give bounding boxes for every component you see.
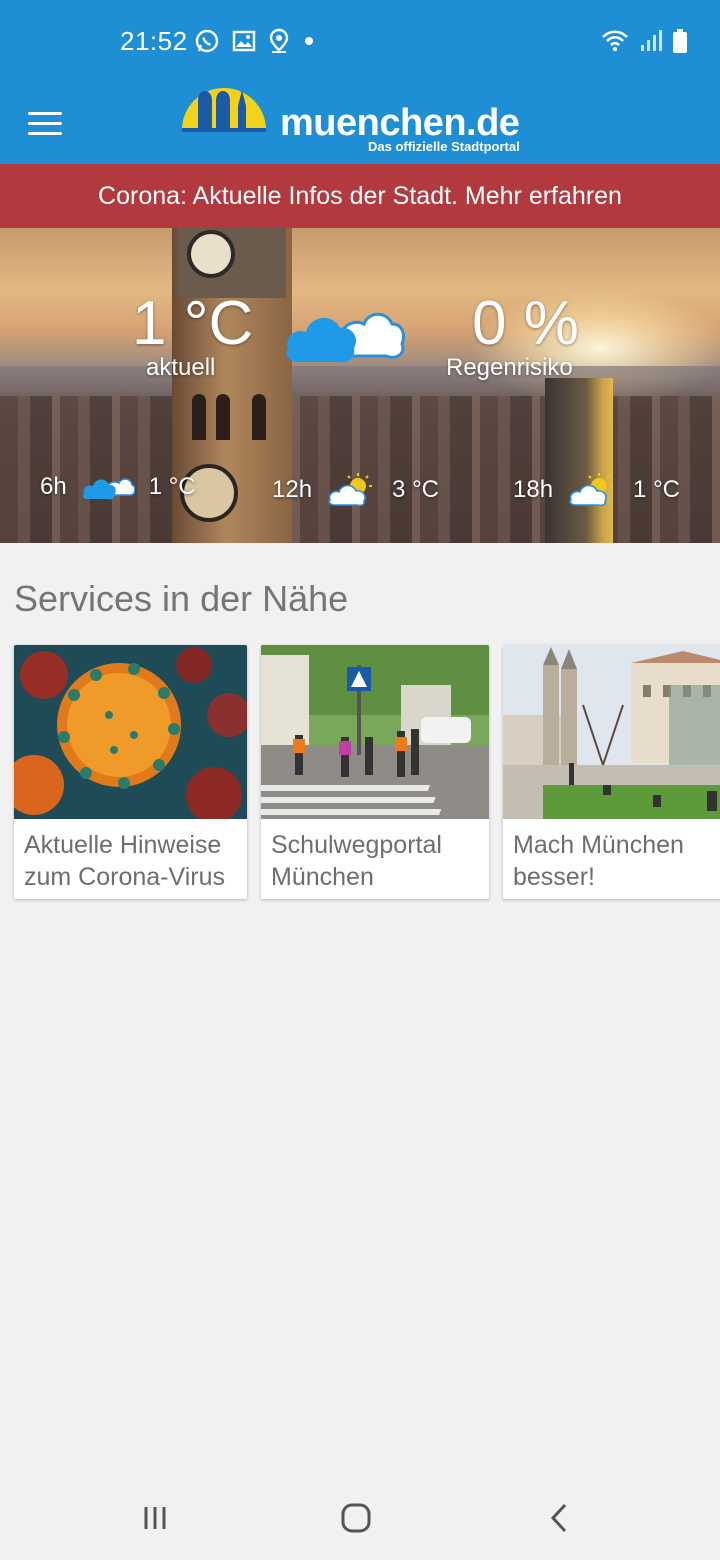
service-card-title: Aktuelle Hinweise zum Corona-Virus <box>24 831 226 891</box>
home-icon[interactable] <box>331 1498 381 1538</box>
signal-icon <box>640 29 662 58</box>
rain-risk-value: 0 % <box>472 289 579 358</box>
current-temperature: 1 °C <box>132 289 254 358</box>
system-nav-bar <box>0 1470 720 1560</box>
dot-icon <box>302 34 316 53</box>
location-icon <box>268 28 290 59</box>
munich-square-image <box>503 645 720 819</box>
muenchen-logo[interactable]: muenchen.de Das offizielle Stadtportal <box>180 82 550 164</box>
corona-info-banner[interactable]: Corona: Aktuelle Infos der Stadt. Mehr e… <box>0 164 720 228</box>
forecast-item: 6h 1 °C <box>40 472 196 502</box>
status-notification-icons <box>194 28 316 59</box>
battery-icon <box>672 28 688 59</box>
forecast-hour: 18h <box>513 476 554 503</box>
gallery-icon <box>232 29 256 58</box>
app-bar: muenchen.de Das offizielle Stadtportal <box>0 82 720 164</box>
service-card-title: Schulwegportal München <box>271 831 442 891</box>
frauenkirche-logo-icon <box>182 88 266 132</box>
forecast-hour: 12h <box>272 476 313 503</box>
forecast-temp: 1 °C <box>633 476 680 503</box>
services-section-title: Services in der Nähe <box>14 578 349 619</box>
forecast-item: 12h 3 °C <box>272 472 439 508</box>
whatsapp-icon <box>194 28 220 59</box>
rain-risk-label: Regenrisiko <box>446 354 573 381</box>
partly-sunny-icon <box>328 473 373 507</box>
cloudy-icon <box>82 478 135 500</box>
wifi-icon <box>600 29 630 58</box>
forecast-hour: 6h <box>40 473 67 500</box>
service-card-schulweg[interactable]: Schulwegportal München <box>261 645 489 899</box>
service-card-title: Mach München besser! <box>513 831 684 891</box>
corona-banner-text: Corona: Aktuelle Infos der Stadt. Mehr e… <box>98 181 622 210</box>
service-card-corona[interactable]: Aktuelle Hinweise zum Corona-Virus <box>14 645 247 899</box>
cloudy-icon <box>286 312 406 363</box>
coronavirus-image <box>14 645 247 819</box>
status-system-icons <box>600 28 688 59</box>
forecast-item: 18h 1 °C <box>513 472 680 508</box>
back-icon[interactable] <box>533 1498 583 1538</box>
hamburger-menu-icon[interactable] <box>28 102 70 144</box>
forecast-temp: 3 °C <box>392 476 439 503</box>
partly-sunny-icon <box>569 473 614 507</box>
forecast-temp: 1 °C <box>148 473 196 500</box>
status-time: 21:52 <box>120 26 188 56</box>
service-card-mach-muenchen-besser[interactable]: Mach München besser! <box>503 645 720 899</box>
logo-subtitle: Das offizielle Stadtportal <box>368 139 520 154</box>
recent-apps-icon[interactable] <box>130 1498 180 1538</box>
school-crossing-image <box>261 645 489 819</box>
status-bar: 21:52 <box>0 0 720 82</box>
current-temperature-label: aktuell <box>146 354 216 381</box>
weather-widget[interactable]: 1 °C aktuell 0 % Regenrisiko 6h 1 °C 12h… <box>0 228 720 543</box>
